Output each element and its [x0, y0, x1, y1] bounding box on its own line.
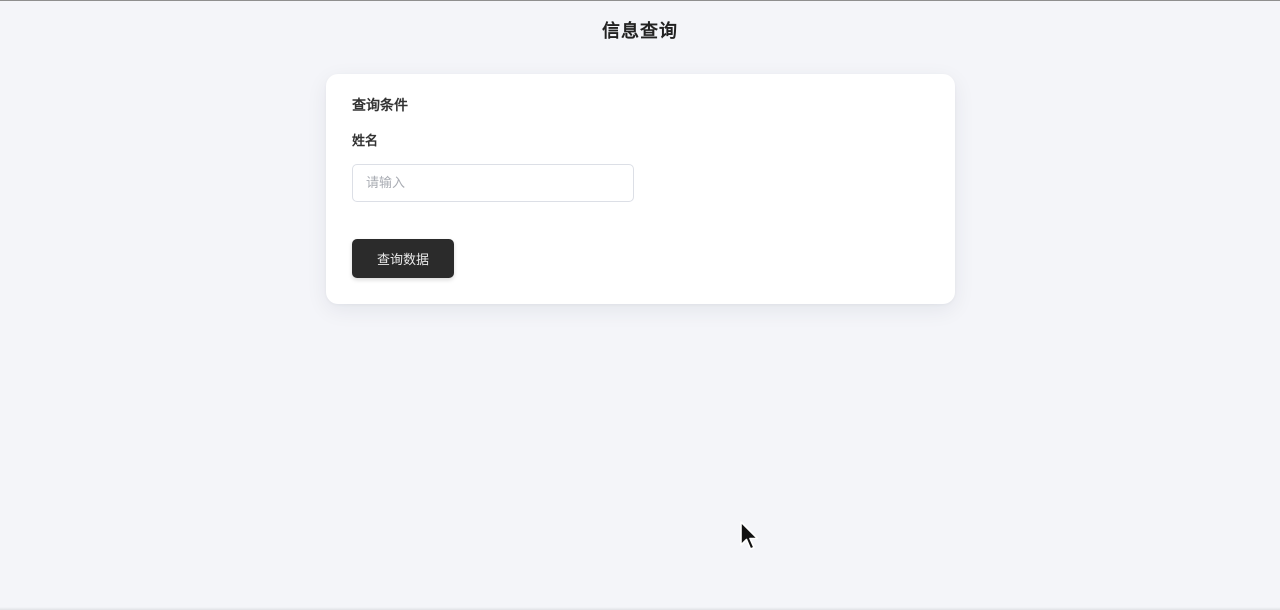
query-section-title: 查询条件	[352, 98, 408, 114]
query-card: 查询条件 姓名 查询数据	[326, 74, 955, 304]
mouse-pointer-icon	[740, 521, 759, 550]
name-input[interactable]	[352, 164, 634, 202]
name-field-label: 姓名	[352, 134, 379, 149]
page-title: 信息查询	[602, 21, 678, 42]
query-data-button[interactable]: 查询数据	[352, 239, 454, 278]
